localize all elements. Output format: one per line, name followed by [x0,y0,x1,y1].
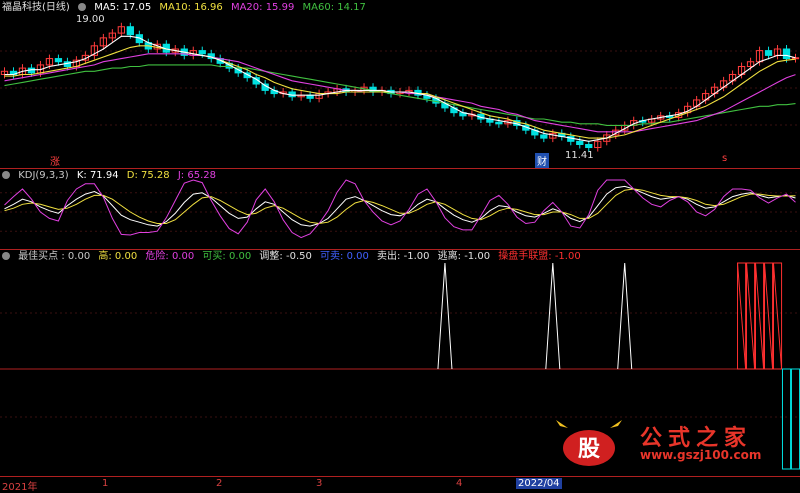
candle-body [198,50,206,55]
alliance-pulse-diag [737,262,747,370]
candle-body [585,143,593,149]
candle-body [576,140,584,145]
axis-label: 4 [456,478,463,489]
candle-body [791,57,800,60]
alliance-pulse-diag [763,262,774,370]
candle-body [495,121,503,125]
kdj-panel: KDJ(9,3,3) K: 71.94 D: 75.28 J: 65.28 [0,168,800,250]
axis-label: 3 [316,478,323,489]
watermark-url: www.gszj100.com [640,448,762,462]
watermark: 股 公式之家 www.gszj100.com [554,418,794,468]
marker-zhang: 涨 [50,157,60,168]
marker-cai: 财 [535,153,549,168]
axis-label: 1 [102,478,109,489]
axis-label: 2 [216,478,223,489]
buy-signal-spike [437,262,453,370]
kdj-d-line [4,188,796,225]
watermark-logo-icon: 股 [556,420,622,468]
candle-body [782,48,791,60]
candle-body [540,134,548,139]
alliance-pulse-diag [755,262,765,370]
low-price-label: 11.41 [565,150,594,161]
candle-body [54,58,63,63]
alliance-pulse-diag [746,262,756,370]
axis-label: 2021年 [2,482,38,493]
time-axis: 2021年 1 2 3 4 2022/04 [0,476,800,493]
kdj-j-line [4,179,796,239]
alliance-pulse-diag [772,262,783,370]
high-price-label: 19.00 [76,14,105,25]
candle-body [764,50,773,56]
axis-label-current: 2022/04 [516,478,562,489]
watermark-logo-text: 股 [578,437,600,462]
kdj-chart[interactable] [0,168,800,249]
main-chart-panel: 福晶科技(日线) MA5: 17.05 MA10: 16.96 MA20: 15… [0,0,800,169]
buy-signal-spike [545,262,561,370]
candlestick-chart[interactable] [0,0,800,168]
buy-signal-spike [617,262,633,370]
candle-body [126,26,134,36]
marker-s: s [722,153,728,164]
